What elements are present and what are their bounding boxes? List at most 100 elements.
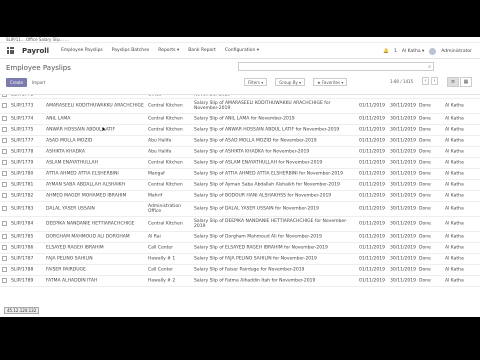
department: Mahrif — [148, 193, 163, 199]
row-checkbox[interactable] — [2, 103, 7, 108]
user-avatar[interactable] — [429, 47, 437, 55]
row-checkbox[interactable] — [2, 160, 7, 165]
department: Al Rai — [148, 234, 161, 240]
search-icon[interactable]: ⌕ — [428, 64, 431, 70]
department: Abu Halifa — [148, 138, 172, 144]
top-navbar: Payroll Employee Payslips Payslips Batch… — [0, 43, 480, 59]
menu-payslips-batches[interactable]: Payslips Batches — [112, 48, 149, 53]
table-row[interactable]: SLIP/1787 FAJA PELINO SAHILIN Hawally # 1 S… — [0, 254, 480, 265]
table-row[interactable]: SLIP/1784 DEEPIKA NANDANIE HETTIARACHCHIG… — [0, 217, 480, 232]
group-by-button[interactable]: Group By ▾ — [275, 78, 306, 86]
company-name: Al Katha — [445, 138, 464, 144]
date-to: 30/11/2019 — [390, 193, 416, 199]
app-brand[interactable]: Payroll — [22, 47, 49, 55]
company-name: Al Katha — [445, 221, 464, 227]
employee-name: ASHIKTA KHADKA — [46, 149, 85, 155]
employee-name: AHMED MAGDY MOHAMED IBRAHIM — [46, 193, 127, 199]
pager-next-icon[interactable]: › — [431, 77, 438, 85]
payslip-reference: SLIP/1778 — [11, 149, 34, 155]
row-checkbox[interactable] — [2, 278, 7, 283]
employee-name: ANIL LAMA — [46, 116, 71, 122]
menu-reports[interactable]: Reports ▾ — [158, 48, 179, 53]
favorites-button[interactable]: ★ Favorites ▾ — [313, 78, 348, 86]
payslip-state: Done — [419, 160, 431, 166]
date-to: 30/11/2019 — [390, 221, 416, 227]
employee-name: ASLAM ENAYATHULLAH — [46, 160, 99, 166]
table-row[interactable]: SLIP/1775 ANWAR HOSSAIN ABDUL LATIF Centra… — [0, 125, 480, 136]
table-row[interactable]: SLIP/1789 FATMA ALHADDIN ITAH Hawally # 2 S… — [0, 276, 480, 287]
row-checkbox[interactable] — [2, 182, 7, 187]
payslip-description: Salary Slip of ASHIKTA KHADKA for Novemb… — [194, 149, 310, 155]
search-input[interactable]: ⌕ — [238, 62, 434, 71]
row-checkbox[interactable] — [2, 234, 7, 239]
company-name: Al Katha — [445, 256, 464, 262]
menu-employee-payslips[interactable]: Employee Payslips — [61, 48, 103, 53]
date-to: 30/11/2019 — [390, 116, 416, 122]
menu-bank-report[interactable]: Bank Report — [188, 48, 216, 53]
import-button[interactable]: Import — [32, 78, 45, 87]
create-button[interactable]: Create — [6, 78, 27, 87]
table-row[interactable]: SLIP/1788 FAISER PAIRDUGE Call Center Salar… — [0, 265, 480, 276]
payslip-state: Done — [419, 267, 431, 273]
table-row[interactable]: SLIP/1781 AYMAN SABA ABDALLAH ALSHAIKH Cen… — [0, 180, 480, 191]
user-name[interactable]: Administrator — [441, 49, 472, 54]
payslip-description: Salary Slip of Fatma Alhaddin Itah for N… — [194, 278, 316, 284]
table-row[interactable]: SLIP/1779 ASLAM ENAYATHULLAH Central Kitch… — [0, 158, 480, 169]
payslip-description: Salary Slip of ANWAR HOSSAIN ABDUL LATIF… — [194, 127, 340, 133]
row-checkbox[interactable] — [2, 267, 7, 272]
date-from: 01/11/2019 — [359, 182, 385, 188]
payslip-reference: SLIP/1781 — [11, 182, 34, 188]
row-checkbox[interactable] — [2, 95, 7, 97]
row-checkbox[interactable] — [2, 138, 7, 143]
company-name: Al Katha — [445, 245, 464, 251]
payslip-description: Salary Slip of ELSAYED RAGEH IBRAHIM for… — [194, 245, 328, 251]
table-row[interactable]: SLIP/1780 ATTIA AHMED ATTIA ELSHERBINI Man… — [0, 169, 480, 180]
row-checkbox[interactable] — [2, 256, 7, 261]
table-row[interactable]: SLIP/1786 ELSAYED RAGEH IBRAHIM Call Cente… — [0, 243, 480, 254]
row-checkbox[interactable] — [2, 221, 7, 226]
row-checkbox[interactable] — [2, 245, 7, 250]
table-row[interactable]: SLIP/1782 AHMED MAGDY MOHAMED IBRAHIM Mahr… — [0, 191, 480, 202]
payslip-description: Salary Slip of DALAL YASER USSAIN for No… — [194, 206, 319, 212]
row-checkbox[interactable] — [2, 193, 7, 198]
employee-name: FAISER PAIRDUGE — [46, 267, 86, 273]
table-row[interactable]: SLIP/1783 DALAL YASER USSAIN Administratio… — [0, 202, 480, 217]
date-from: 01/11/2019 — [359, 149, 385, 155]
table-row[interactable]: SLIP/1773 AMARASEELI KODITHUWAKKU ARACHCH… — [0, 99, 480, 114]
row-checkbox[interactable] — [2, 206, 7, 211]
payslip-state: Done — [419, 278, 431, 284]
company-name: Al Katha — [445, 149, 464, 155]
pager-previous-icon[interactable]: ‹ — [422, 77, 429, 85]
payslip-reference: SLIP/1784 — [11, 221, 34, 227]
company-switcher[interactable]: Al Katha ▾ — [402, 49, 424, 54]
date-to: 30/11/2019 — [390, 160, 416, 166]
company-name: Al Katha — [445, 278, 464, 284]
kanban-view-icon[interactable]: ▦ — [460, 77, 472, 87]
company-name: Al Katha — [445, 171, 464, 177]
date-from: 01/11/2019 — [359, 256, 385, 262]
payslip-description: Salary Slip of AMARASEELI KODITHUWAKKU A… — [194, 101, 331, 111]
row-checkbox[interactable] — [2, 127, 7, 132]
search-options: Filters ▾ Group By ▾ ★ Favorites ▾ — [244, 78, 348, 86]
row-checkbox[interactable] — [2, 171, 7, 176]
row-checkbox[interactable] — [2, 116, 7, 121]
table-row[interactable]: SLIP/1774 ANIL LAMA Central Kitchen Salary … — [0, 114, 480, 125]
table-row[interactable]: SLIP/1778 ASHIKTA KHADKA Abu Halifa Salary … — [0, 147, 480, 158]
payslip-description: Salary Slip of ATTIA AHMED ATTIA ELSHERB… — [194, 171, 343, 177]
department: Hawally # 1 — [148, 256, 176, 262]
date-to: 30/11/2019 — [390, 278, 416, 284]
payslip-reference: SLIP/1782 — [11, 193, 34, 199]
table-row[interactable]: SLIP/1785 DORGHAM MAHMOUD ALI DORGHAM Al R… — [0, 232, 480, 243]
list-view-icon[interactable]: ≡ — [447, 77, 459, 87]
employee-name: ATTIA AHMED ATTIA ELSHERBINI — [46, 171, 119, 177]
notification-icon[interactable]: 🔔 — [383, 49, 389, 54]
menu-configuration[interactable]: Configuration ▾ — [225, 48, 259, 53]
pager-value[interactable]: 1-80 / 1415 — [390, 79, 413, 84]
row-checkbox[interactable] — [2, 149, 7, 154]
payslip-description: Salary Slip of Faiser Pairduge for Novem… — [194, 267, 305, 273]
department: Central Kitchen — [148, 160, 183, 166]
table-row[interactable]: SLIP/1777 ASAD MOLLA MOZID Abu Halifa Salar… — [0, 136, 480, 147]
apps-menu-icon[interactable] — [7, 47, 14, 54]
employee-name: AMARASEELI KODITHUWAKKU ARACHCHIGE — [46, 103, 144, 109]
filters-button[interactable]: Filters ▾ — [244, 78, 268, 86]
